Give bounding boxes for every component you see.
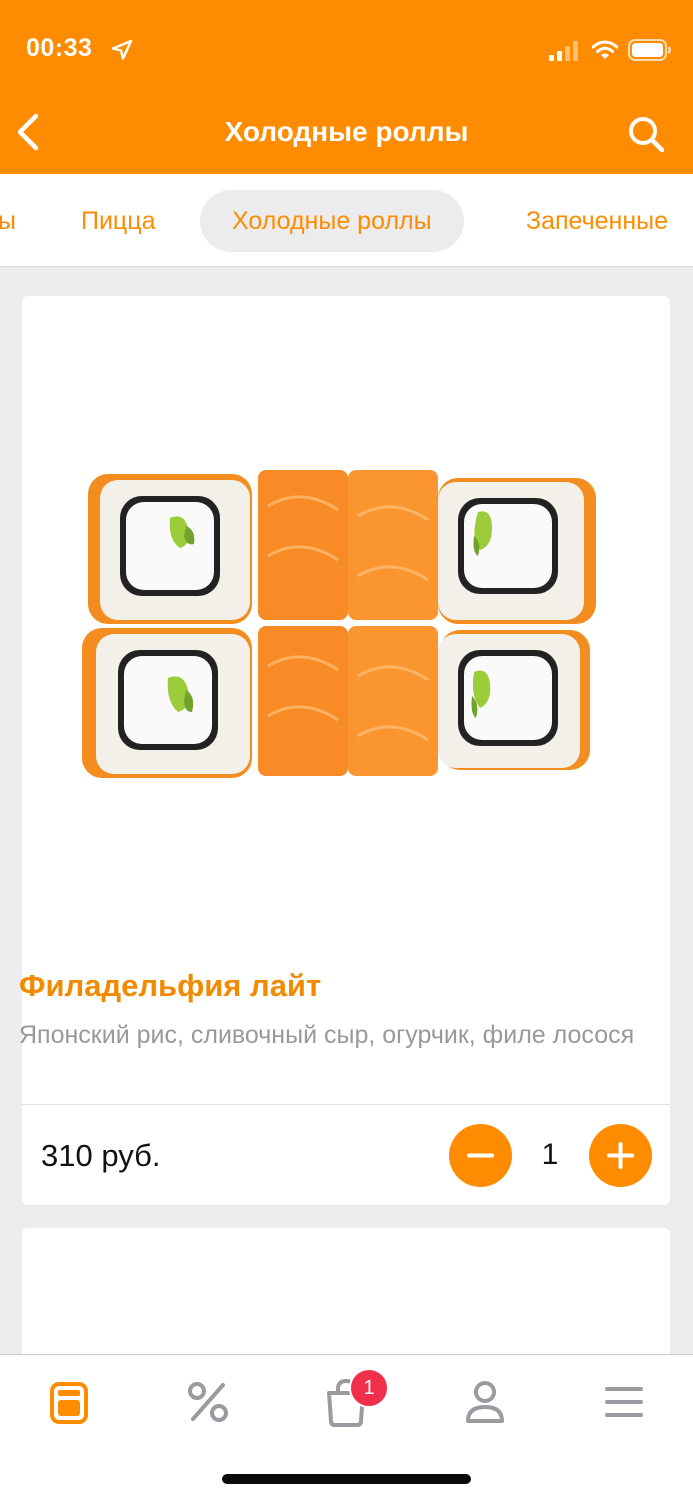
product-card bbox=[22, 296, 670, 1205]
increase-quantity-button[interactable] bbox=[589, 1124, 652, 1187]
product-image bbox=[82, 470, 596, 778]
profile-icon[interactable] bbox=[460, 1377, 510, 1427]
page-title: Холодные роллы bbox=[224, 116, 469, 147]
tab-baked[interactable]: Запеченные bbox=[526, 190, 668, 252]
battery-icon bbox=[628, 39, 671, 61]
app-header: 00:33 Холодные роллы bbox=[0, 0, 693, 174]
percent-icon[interactable] bbox=[183, 1377, 233, 1427]
product-price: 310 руб. bbox=[41, 1138, 161, 1173]
card-divider bbox=[22, 1104, 670, 1105]
minus-icon bbox=[467, 1153, 494, 1158]
wifi-icon bbox=[592, 40, 618, 59]
tab-partial[interactable]: ы bbox=[0, 190, 16, 252]
tab-pizza[interactable]: Пицца bbox=[81, 190, 155, 252]
location-arrow-icon bbox=[111, 39, 133, 60]
next-product-card bbox=[22, 1228, 670, 1368]
plus-icon bbox=[607, 1142, 634, 1169]
product-description: Японский рис, сливочный сыр, огурчик, фи… bbox=[19, 1021, 635, 1049]
product-name[interactable]: Филадельфия лайт bbox=[19, 968, 321, 1004]
signal-icon bbox=[549, 41, 578, 61]
search-icon[interactable] bbox=[626, 114, 666, 154]
tab-cold-rolls[interactable]: Холодные роллы bbox=[200, 190, 464, 252]
quantity-value: 1 bbox=[541, 1138, 559, 1171]
decrease-quantity-button[interactable] bbox=[449, 1124, 512, 1187]
status-time: 00:33 bbox=[26, 34, 93, 62]
home-indicator[interactable] bbox=[222, 1474, 471, 1484]
menu-icon[interactable] bbox=[45, 1377, 95, 1427]
cart-badge: 1 bbox=[349, 1368, 389, 1408]
category-tabs: ы Пицца Холодные роллы Запеченные bbox=[0, 174, 693, 267]
hamburger-icon[interactable] bbox=[599, 1377, 649, 1427]
